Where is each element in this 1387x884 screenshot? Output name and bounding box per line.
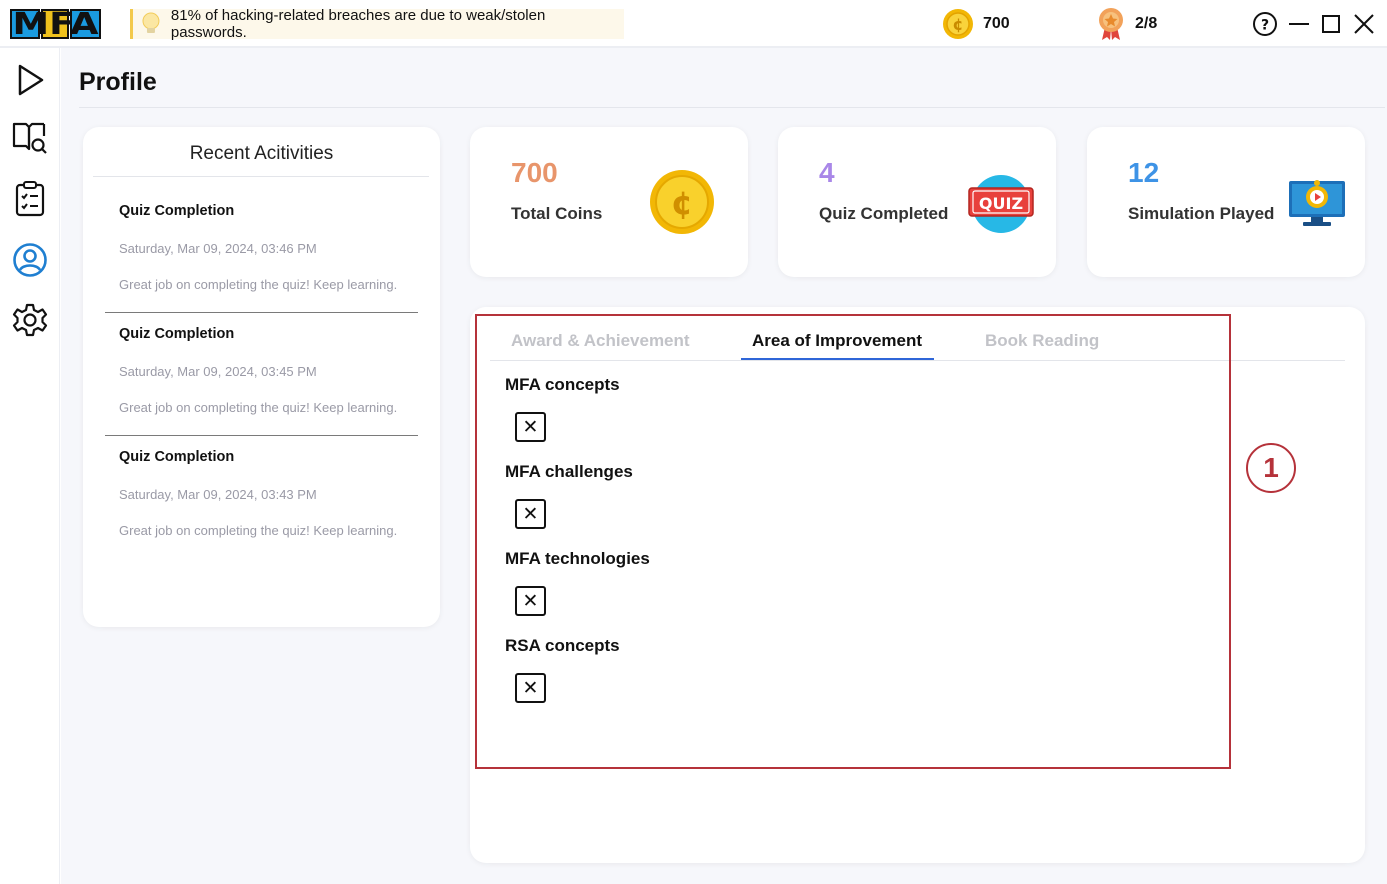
maximize-icon[interactable] <box>1318 11 1344 37</box>
close-icon[interactable] <box>1351 11 1377 37</box>
divider <box>105 312 418 313</box>
gear-icon <box>12 303 48 337</box>
svg-text:¢: ¢ <box>952 15 963 34</box>
coin-icon: ¢ <box>650 170 714 234</box>
user-circle-icon <box>13 243 47 277</box>
mfa-logo: MFA <box>10 8 101 40</box>
quiz-completed-value: 4 <box>819 157 835 188</box>
total-coins-label: Total Coins <box>511 204 603 223</box>
book-search-icon <box>12 122 47 154</box>
activity-message: Great job on completing the quiz! Keep l… <box>119 523 398 538</box>
activity-item[interactable]: Quiz Completion Saturday, Mar 09, 2024, … <box>105 326 418 436</box>
coin-counter: ¢ 700 <box>942 8 1010 40</box>
help-icon[interactable]: ? <box>1252 11 1278 37</box>
recent-activities-title: Recent Acitivities <box>189 143 334 164</box>
quiz-badge-icon: QUIZ <box>968 175 1034 233</box>
tip-text: 81% of hacking-related breaches are due … <box>170 7 546 41</box>
coin-icon: ¢ <box>943 9 973 39</box>
minimize-icon[interactable] <box>1286 11 1312 37</box>
incomplete-x-icon: ✕ <box>515 499 546 529</box>
svg-text:?: ? <box>1261 18 1269 34</box>
tab-book-reading[interactable]: Book Reading <box>985 331 1099 351</box>
divider <box>105 435 418 436</box>
play-icon <box>18 64 44 96</box>
improvement-topic: MFA concepts ✕ <box>505 375 620 442</box>
sidebar-item-settings[interactable] <box>10 300 50 340</box>
award-counter: 2/8 <box>1096 7 1157 41</box>
improvement-topic: MFA challenges ✕ <box>505 462 633 529</box>
incomplete-x-icon: ✕ <box>515 673 546 703</box>
award-count: 2/8 <box>1135 15 1158 32</box>
total-coins-card: 700 Total Coins ¢ <box>470 127 748 277</box>
page-title: Profile <box>79 68 157 96</box>
activity-item[interactable]: Quiz Completion Saturday, Mar 09, 2024, … <box>105 203 418 313</box>
sidebar-item-profile[interactable] <box>10 240 50 280</box>
checklist-icon <box>15 181 45 217</box>
activity-message: Great job on completing the quiz! Keep l… <box>119 277 398 292</box>
activity-title: Quiz Completion <box>119 203 235 219</box>
incomplete-x-icon: ✕ <box>515 586 546 616</box>
improvement-topic: RSA concepts ✕ <box>505 636 620 703</box>
quiz-completed-label: Quiz Completed <box>819 204 949 223</box>
svg-text:QUIZ: QUIZ <box>979 194 1023 213</box>
sidebar-item-library[interactable] <box>10 118 50 158</box>
activity-title: Quiz Completion <box>119 326 235 342</box>
profile-tabs-panel: Award & Achievement Area of Improvement … <box>470 307 1365 863</box>
topic-name: MFA technologies <box>505 549 650 568</box>
activity-date: Saturday, Mar 09, 2024, 03:45 PM <box>119 364 317 379</box>
tab-award-achievement[interactable]: Award & Achievement <box>511 331 690 351</box>
main-area: Profile Recent Acitivities Quiz Completi… <box>61 48 1387 884</box>
divider <box>93 176 429 177</box>
quiz-completed-card: 4 Quiz Completed QUIZ <box>778 127 1056 277</box>
sidebar-item-quiz[interactable] <box>10 179 50 219</box>
recent-activities-card: Recent Acitivities Quiz Completion Satur… <box>83 127 440 627</box>
top-bar: MFA 81% of hacking-related breaches are … <box>0 0 1387 48</box>
total-coins-value: 700 <box>511 157 558 188</box>
tab-bar: Award & Achievement Area of Improvement … <box>490 327 1345 361</box>
activity-message: Great job on completing the quiz! Keep l… <box>119 400 398 415</box>
lightbulb-icon <box>142 12 160 33</box>
tip-banner: 81% of hacking-related breaches are due … <box>130 7 624 41</box>
activity-date: Saturday, Mar 09, 2024, 03:43 PM <box>119 487 317 502</box>
topic-name: RSA concepts <box>505 636 620 655</box>
simulation-monitor-icon <box>1289 180 1345 226</box>
svg-text:MFA: MFA <box>13 8 100 40</box>
simulation-played-value: 12 <box>1128 157 1160 188</box>
tab-area-of-improvement[interactable]: Area of Improvement <box>752 331 922 351</box>
improvement-topic: MFA technologies ✕ <box>505 549 650 616</box>
sidebar <box>0 48 60 884</box>
medal-icon <box>1099 8 1123 40</box>
incomplete-x-icon: ✕ <box>515 412 546 442</box>
simulation-played-label: Simulation Played <box>1128 204 1275 223</box>
activity-date: Saturday, Mar 09, 2024, 03:46 PM <box>119 241 317 256</box>
annotation-marker: 1 <box>1246 443 1296 493</box>
active-tab-indicator <box>741 358 934 360</box>
coin-count: 700 <box>983 15 1010 32</box>
simulation-played-card: 12 Simulation Played <box>1087 127 1365 277</box>
sidebar-item-play[interactable] <box>10 60 50 100</box>
svg-text:¢: ¢ <box>671 184 693 222</box>
title-divider <box>79 107 1385 108</box>
activity-item[interactable]: Quiz Completion Saturday, Mar 09, 2024, … <box>105 449 418 538</box>
activity-title: Quiz Completion <box>119 449 235 465</box>
topic-name: MFA concepts <box>505 375 620 394</box>
topic-name: MFA challenges <box>505 462 633 481</box>
